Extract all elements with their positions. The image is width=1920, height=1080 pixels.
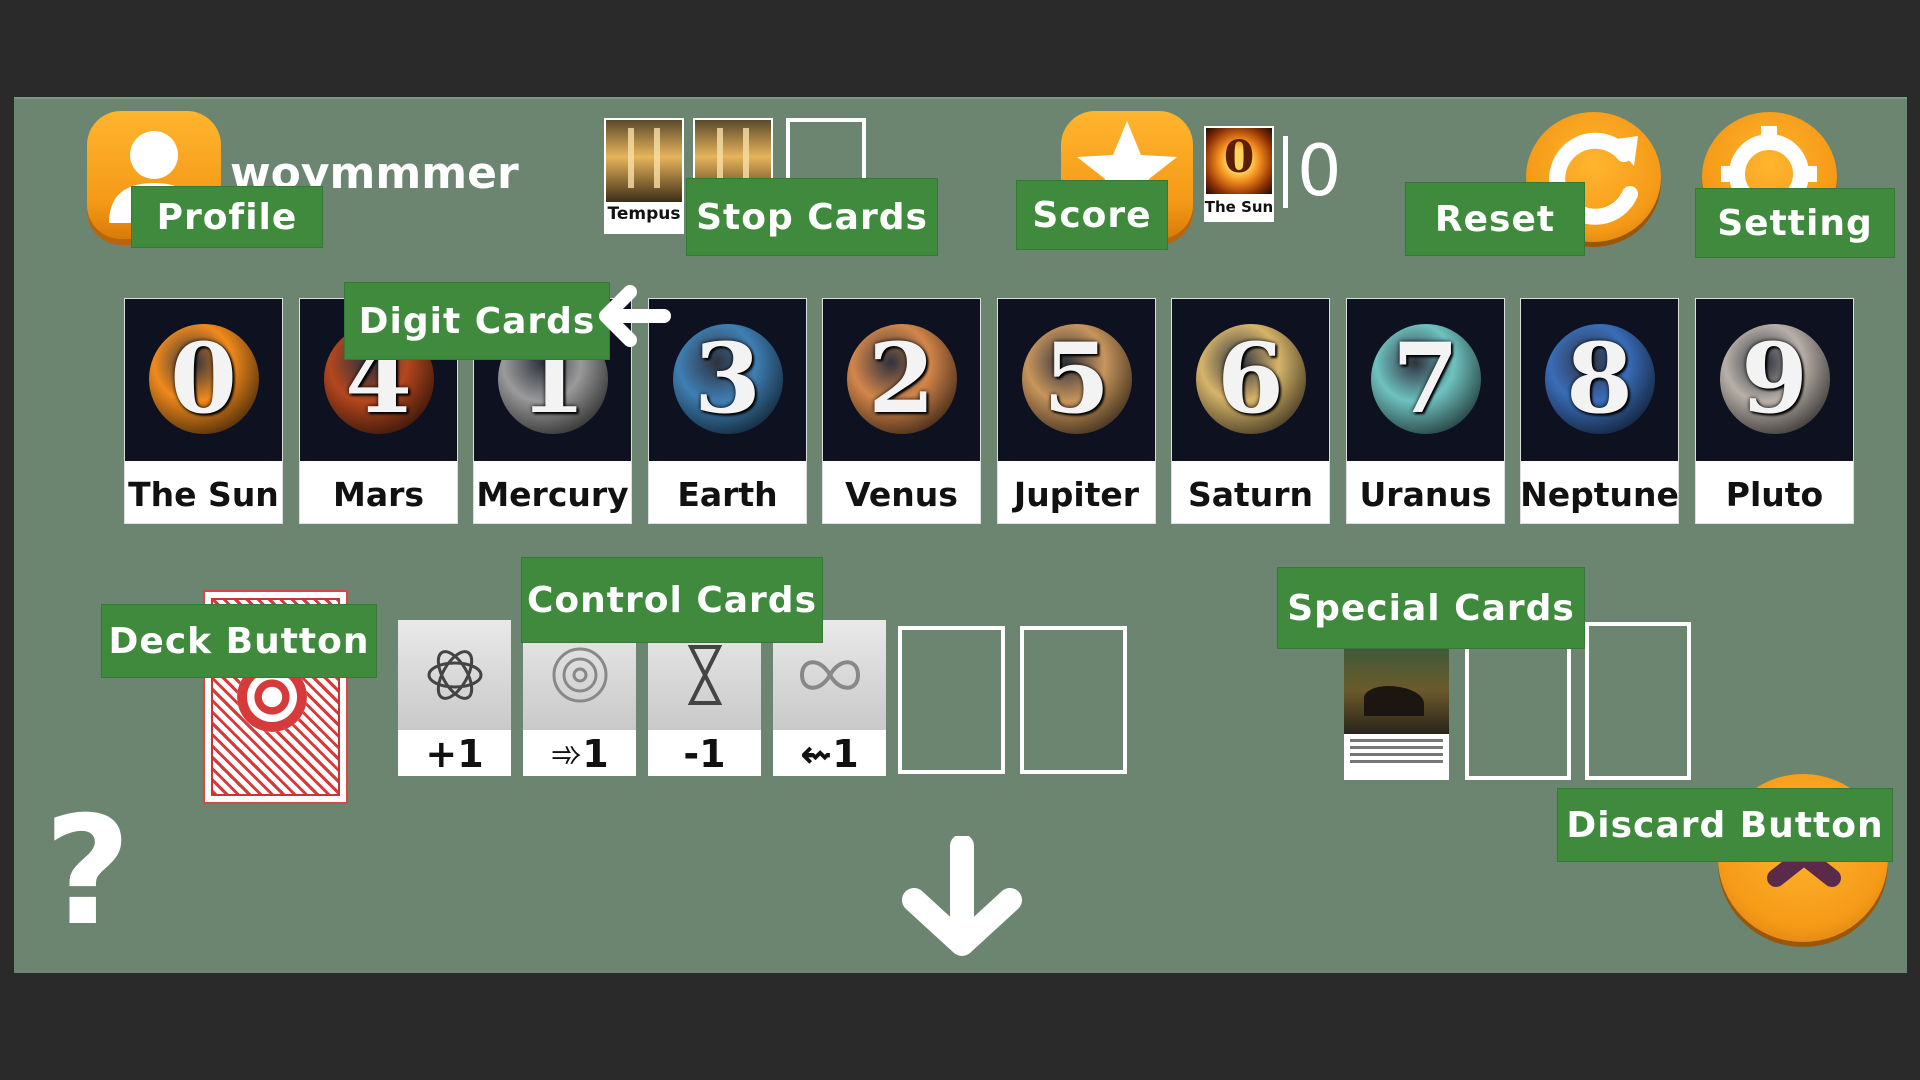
card-digit: 0 — [170, 322, 237, 435]
special-card[interactable] — [1344, 646, 1449, 780]
card-name: Neptune — [1520, 474, 1679, 514]
special-card-art — [1344, 646, 1449, 734]
control-card-slot — [1020, 626, 1127, 774]
discard-button-label: Discard Button — [1557, 788, 1893, 862]
control-card-value: ➾1 — [550, 732, 609, 776]
card-name: Mars — [332, 474, 425, 514]
score-divider — [1283, 136, 1288, 208]
control-card-value: +1 — [425, 732, 484, 776]
digit-card[interactable]: 9 Pluto — [1695, 298, 1854, 524]
digit-card[interactable]: 8 Neptune — [1520, 298, 1679, 524]
score-card-caption: The Sun — [1204, 198, 1274, 216]
card-name: Jupiter — [1013, 474, 1140, 514]
arrow-left-icon — [599, 285, 671, 347]
score-card-digit: 0 — [1223, 132, 1255, 183]
card-digit: 6 — [1217, 322, 1284, 435]
card-name: Earth — [677, 474, 778, 514]
control-card[interactable]: +1 — [398, 620, 511, 776]
special-card-slot — [1585, 622, 1691, 780]
score-value: 0 — [1297, 130, 1342, 212]
deck-button-label: Deck Button — [101, 604, 377, 678]
digit-card[interactable]: 0 The Sun — [124, 298, 283, 524]
card-digit: 5 — [1043, 322, 1110, 435]
control-card-slot — [898, 626, 1005, 774]
planet-art: 3 — [649, 299, 806, 461]
special-card-text — [1350, 739, 1443, 767]
digit-card[interactable]: 6 Saturn — [1171, 298, 1330, 524]
stop-card-art — [606, 120, 682, 202]
planet-art: 5 — [998, 299, 1155, 461]
planet-art: 8 — [1521, 299, 1678, 461]
card-name: Venus — [845, 474, 958, 514]
digit-card[interactable]: 7 Uranus — [1346, 298, 1505, 524]
help-button[interactable]: ? — [44, 792, 131, 952]
card-name: The Sun — [128, 474, 279, 514]
arrow-down-icon[interactable] — [892, 836, 1032, 960]
digit-cards-label: Digit Cards — [344, 282, 610, 360]
card-name: Saturn — [1187, 474, 1314, 514]
card-digit: 7 — [1392, 322, 1459, 435]
planet-art: 0 — [125, 299, 282, 461]
control-card-value: ⇜1 — [800, 732, 859, 776]
special-cards-label: Special Cards — [1277, 567, 1585, 649]
atom-icon — [398, 620, 511, 730]
card-digit: 2 — [868, 322, 935, 435]
control-cards-label: Control Cards — [521, 557, 823, 643]
reset-label: Reset — [1405, 182, 1585, 256]
control-card[interactable]: ➾1 — [523, 620, 636, 776]
card-digit: 3 — [694, 322, 761, 435]
setting-label: Setting — [1695, 188, 1895, 258]
stop-cards-label: Stop Cards — [686, 178, 938, 256]
planet-art: 9 — [1696, 299, 1853, 461]
card-digit: 8 — [1566, 322, 1633, 435]
control-card[interactable]: -1 — [648, 620, 761, 776]
score-label: Score — [1016, 180, 1168, 250]
planet-art: 6 — [1172, 299, 1329, 461]
stop-card[interactable]: Tempus — [604, 118, 684, 234]
digit-card[interactable]: 5 Jupiter — [997, 298, 1156, 524]
control-card-value: -1 — [683, 732, 726, 776]
planet-art: 2 — [823, 299, 980, 461]
card-name: Uranus — [1359, 474, 1492, 514]
stop-card-caption: Tempus — [607, 204, 681, 224]
score-card: 0 The Sun — [1204, 126, 1274, 222]
control-card[interactable]: ⇜1 — [773, 620, 886, 776]
planet-art: 7 — [1347, 299, 1504, 461]
profile-label: Profile — [131, 186, 323, 248]
card-name: Pluto — [1725, 474, 1824, 514]
card-digit: 9 — [1741, 322, 1808, 435]
digit-card[interactable]: 2 Venus — [822, 298, 981, 524]
card-name: Mercury — [476, 474, 629, 514]
